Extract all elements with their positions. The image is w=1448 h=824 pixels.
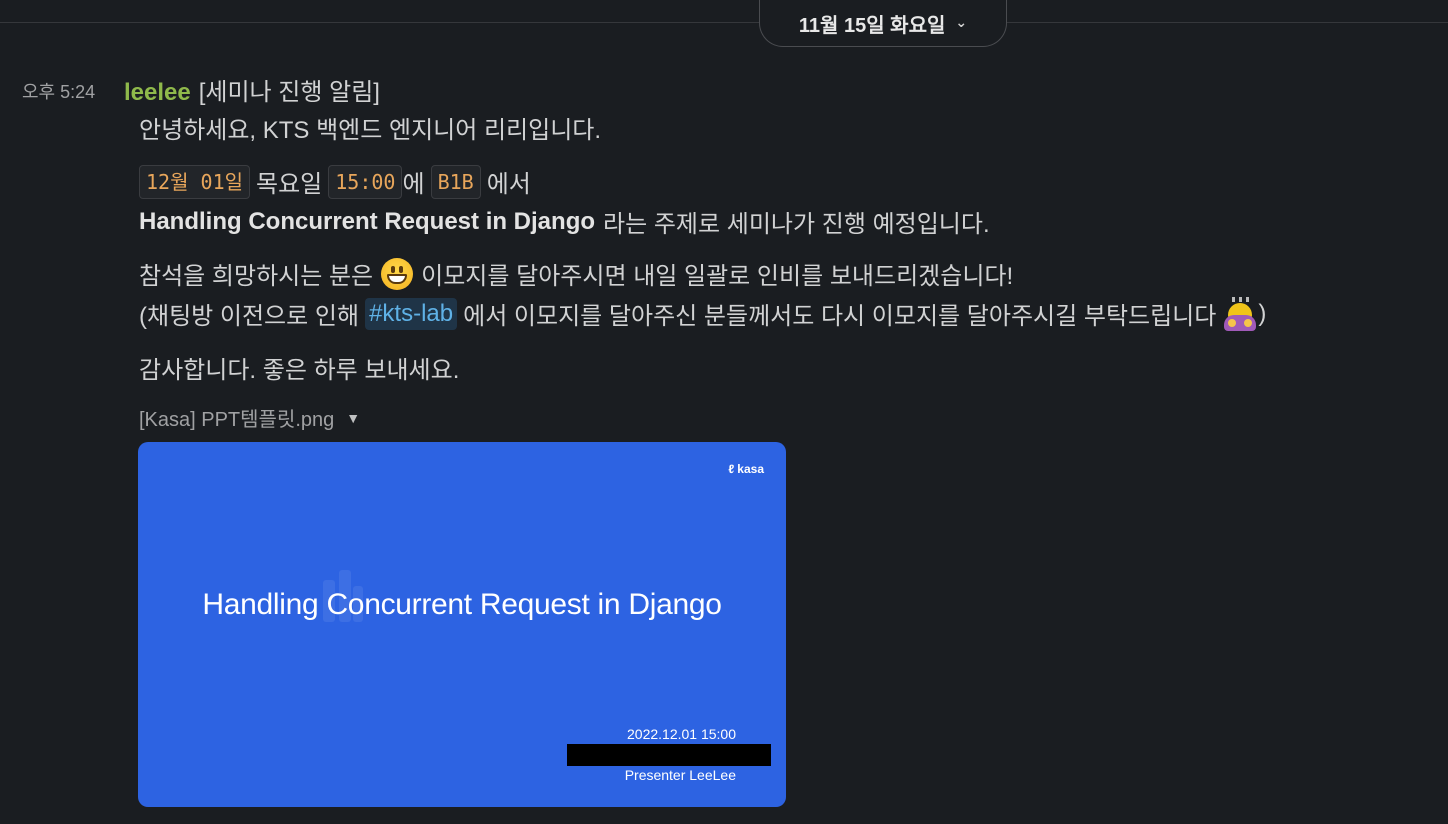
message-schedule-line: 12월 01일 목요일 15:00 에 B1B 에서 — [139, 164, 531, 199]
kasa-logo-icon: ℓ — [728, 462, 735, 476]
rsvp-suffix: 이모지를 달아주시면 내일 일괄로 인비를 보내드리겠습니다! — [421, 263, 1014, 290]
kasa-logo: ℓ kasa — [728, 462, 764, 476]
note-suffix: 에서 이모지를 달아주신 분들께서도 다시 이모지를 달아주시길 부탁드립니다 — [463, 303, 1217, 330]
redaction-bar — [567, 744, 771, 766]
time-suffix: 에 — [402, 171, 425, 198]
topic-title: Handling Concurrent Request in Django — [139, 207, 596, 235]
attachment-file-name[interactable]: [Kasa] PPT템플릿.png ▼ — [139, 403, 360, 432]
message-title: [세미나 진행 알림] — [198, 79, 380, 106]
slide-date: 2022.12.01 15:00 — [627, 726, 736, 742]
person-bowing-icon — [1222, 296, 1258, 331]
time-code: 15:00 — [328, 164, 403, 199]
topic-suffix: 라는 주제로 세미나가 진행 예정입니다. — [603, 211, 990, 238]
file-name-text: [Kasa] PPT템플릿.png — [139, 409, 335, 431]
message-note-line: (채팅방 이전으로 인해 #kts-lab 에서 이모지를 달아주신 분들께서도… — [139, 296, 1266, 331]
weekday-text: 목요일 — [256, 171, 323, 198]
sender-name[interactable]: leelee — [124, 79, 191, 107]
kasa-logo-text: kasa — [737, 462, 764, 476]
caret-down-icon[interactable]: ▼ — [346, 410, 360, 426]
message-timestamp[interactable]: 오후 5:24 — [22, 78, 95, 104]
message-greeting: 안녕하세요, KTS 백엔드 엔지니어 리리입니다. — [139, 117, 602, 144]
room-suffix: 에서 — [486, 171, 531, 198]
room-code: B1B — [430, 164, 481, 199]
day-divider-button[interactable]: 11월 15일 화요일 ⌄ — [759, 0, 1007, 47]
day-divider-line — [0, 22, 1448, 23]
chevron-down-icon: ⌄ — [955, 13, 968, 30]
message-closing: 감사합니다. 좋은 하루 보내세요. — [139, 357, 460, 384]
note-close: ) — [1258, 299, 1267, 327]
message-header: leelee [세미나 진행 알림] — [124, 72, 380, 107]
note-prefix: (채팅방 이전으로 인해 — [139, 303, 360, 330]
image-attachment[interactable]: ℓ kasa Handling Concurrent Request in Dj… — [138, 442, 786, 807]
slide-title: Handling Concurrent Request in Django — [202, 588, 722, 621]
grinning-face-icon — [381, 257, 414, 290]
day-divider-label: 11월 15일 화요일 — [798, 14, 946, 37]
date-code: 12월 01일 — [139, 164, 251, 199]
slide-presenter: Presenter LeeLee — [624, 767, 736, 783]
channel-link[interactable]: #kts-lab — [365, 297, 458, 330]
rsvp-prefix: 참석을 희망하시는 분은 — [139, 263, 374, 290]
message-rsvp-line: 참석을 희망하시는 분은 이모지를 달아주시면 내일 일괄로 인비를 보내드리겠… — [139, 256, 1013, 291]
message-topic-line: Handling Concurrent Request in Django 라는… — [139, 204, 990, 239]
